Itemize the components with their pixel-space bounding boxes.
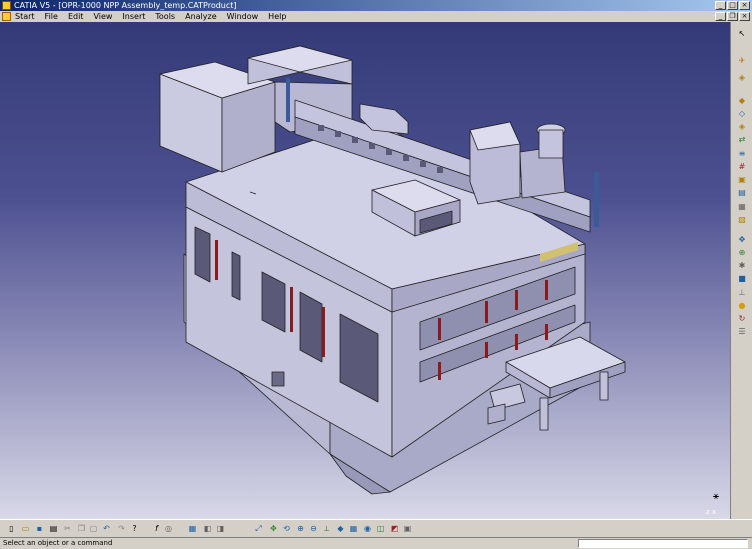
menu-window[interactable]: Window bbox=[222, 11, 264, 22]
close-button[interactable]: × bbox=[739, 1, 750, 10]
manage-representations-icon[interactable]: ▤ bbox=[736, 187, 748, 198]
menu-analyze[interactable]: Analyze bbox=[180, 11, 222, 22]
status-message: Select an object or a command bbox=[3, 539, 113, 547]
undo-icon[interactable]: ↶ bbox=[101, 524, 112, 534]
zoom-in-icon[interactable]: ⊕ bbox=[295, 524, 306, 534]
menu-help[interactable]: Help bbox=[263, 11, 291, 22]
redo-icon[interactable]: ↷ bbox=[116, 524, 127, 534]
open-icon[interactable]: ▭ bbox=[20, 524, 31, 534]
existing-component-icon[interactable]: ◈ bbox=[736, 121, 748, 132]
minimize-button[interactable]: _ bbox=[715, 1, 726, 10]
selective-load-icon[interactable]: ▣ bbox=[736, 174, 748, 185]
generate-numbering-icon[interactable]: # bbox=[736, 161, 748, 172]
catalog-icon[interactable]: ▦ bbox=[187, 524, 198, 534]
new-icon[interactable]: ▯ bbox=[6, 524, 17, 534]
doc-restore-button[interactable]: ❐ bbox=[727, 12, 738, 21]
doc-close-button[interactable]: × bbox=[739, 12, 750, 21]
swap-visible-icon[interactable]: ◩ bbox=[389, 524, 400, 534]
multi-instantiation-icon[interactable]: ▦ bbox=[736, 201, 748, 212]
3d-viewport[interactable]: z x bbox=[0, 22, 730, 519]
menu-insert[interactable]: Insert bbox=[117, 11, 150, 22]
bottom-toolbar: ▯ ▭ ▪ ▤ ✂ ❐ ▢ ↶ ↷ ? f ◎ ▦ ◧ ◨ ⤢ ✥ ⟲ ⊕ ⊖ … bbox=[0, 519, 752, 537]
normal-view-icon[interactable]: ⟂ bbox=[321, 524, 332, 534]
doc-minimize-button[interactable]: _ bbox=[715, 12, 726, 21]
fly-icon[interactable]: ◨ bbox=[215, 524, 226, 534]
fit-all-icon[interactable]: ⤢ bbox=[253, 524, 264, 534]
document-icon[interactable] bbox=[2, 12, 11, 21]
command-input[interactable] bbox=[578, 539, 748, 548]
bill-of-material-icon[interactable]: ☰ bbox=[736, 326, 748, 337]
formula-icon[interactable]: f bbox=[151, 524, 162, 534]
explode-icon[interactable]: ✱ bbox=[736, 260, 748, 271]
multi-view-icon[interactable]: ▦ bbox=[348, 524, 359, 534]
pan-icon[interactable]: ✥ bbox=[268, 524, 279, 534]
menu-start[interactable]: Start bbox=[13, 11, 40, 22]
building-model[interactable] bbox=[0, 22, 730, 519]
print-icon[interactable]: ▤ bbox=[48, 524, 59, 534]
menu-edit[interactable]: Edit bbox=[63, 11, 89, 22]
window-title: CATIA V5 - [OPR-1000 NPP Assembly_temp.C… bbox=[14, 1, 237, 10]
menu-bar: Start File Edit View Insert Tools Analyz… bbox=[0, 11, 752, 22]
graph-tree-reorder-icon[interactable]: ≡ bbox=[736, 148, 748, 159]
shading-icon[interactable]: ◉ bbox=[362, 524, 373, 534]
insert-new-part-icon[interactable]: ◇ bbox=[736, 108, 748, 119]
fast-multi-instantiation-icon[interactable]: ▧ bbox=[736, 214, 748, 225]
insert-new-product-icon[interactable]: ◆ bbox=[736, 95, 748, 106]
insert-new-component-icon[interactable]: ◈ bbox=[736, 72, 748, 83]
menu-tools[interactable]: Tools bbox=[150, 11, 180, 22]
iso-view-icon[interactable]: ◆ bbox=[335, 524, 346, 534]
snap-icon[interactable]: ⊕ bbox=[736, 247, 748, 258]
update-icon[interactable]: ↻ bbox=[736, 313, 748, 324]
rotate-icon[interactable]: ⟲ bbox=[281, 524, 292, 534]
cut-icon[interactable]: ✂ bbox=[62, 524, 73, 534]
compass-axis-icon: z x bbox=[706, 508, 717, 516]
replace-component-icon[interactable]: ⇄ bbox=[736, 134, 748, 145]
properties-icon[interactable]: ▣ bbox=[402, 524, 413, 534]
save-icon[interactable]: ▪ bbox=[34, 524, 45, 534]
paste-icon[interactable]: ▢ bbox=[88, 524, 99, 534]
title-bar: CATIA V5 - [OPR-1000 NPP Assembly_temp.C… bbox=[0, 0, 752, 11]
manipulation-icon[interactable]: ✥ bbox=[736, 234, 748, 245]
copy-icon[interactable]: ❐ bbox=[76, 524, 87, 534]
maximize-button[interactable]: □ bbox=[727, 1, 738, 10]
fly-mode-icon[interactable]: ✈ bbox=[736, 55, 748, 66]
whats-this-icon[interactable]: ? bbox=[129, 524, 140, 534]
right-toolbar: ↖ ✈ ◈ ◆ ◇ ◈ ⇄ ≡ # ▣ ▤ ▦ ▧ ✥ ⊕ ✱ ■ ⊥ ● ↻ … bbox=[730, 22, 752, 519]
stop-manipulate-icon[interactable]: ■ bbox=[736, 273, 748, 284]
menu-view[interactable]: View bbox=[88, 11, 117, 22]
measure-icon[interactable]: ◧ bbox=[202, 524, 213, 534]
select-icon[interactable]: ↖ bbox=[736, 28, 748, 39]
menu-file[interactable]: File bbox=[40, 11, 63, 22]
zoom-out-icon[interactable]: ⊖ bbox=[308, 524, 319, 534]
status-bar: Select an object or a command bbox=[0, 537, 752, 549]
lightbulb-icon[interactable]: ● bbox=[736, 300, 748, 311]
knowledge-icon[interactable]: ◎ bbox=[163, 524, 174, 534]
catia-logo-icon: ⚹ bbox=[713, 491, 719, 502]
hide-show-icon[interactable]: ◫ bbox=[375, 524, 386, 534]
catia-app-icon[interactable] bbox=[2, 1, 11, 10]
constraint-icon[interactable]: ⊥ bbox=[736, 287, 748, 298]
